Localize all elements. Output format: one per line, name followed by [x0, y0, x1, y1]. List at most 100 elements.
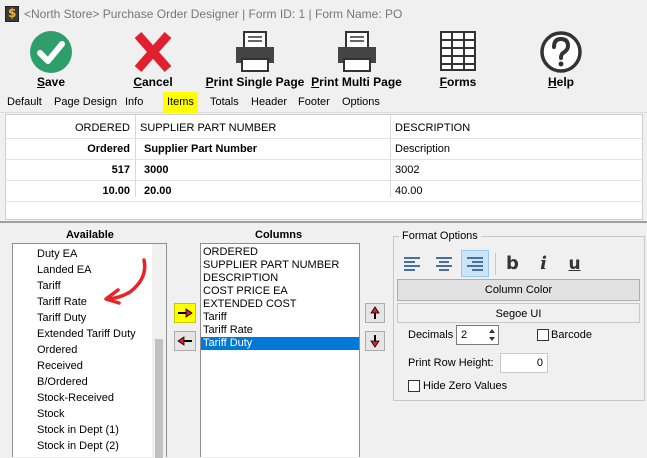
decimals-value: 2 [461, 329, 468, 341]
move-up-button[interactable] [365, 303, 385, 323]
decimals-label: Decimals [408, 329, 454, 341]
window-title: <North Store> Purchase Order Designer | … [24, 6, 403, 21]
list-item[interactable]: Extended Tariff Duty [35, 326, 136, 342]
scrollbar-thumb[interactable] [155, 339, 163, 458]
tab-footer[interactable]: Footer [294, 93, 334, 112]
app-icon [5, 5, 19, 22]
align-right-button[interactable] [461, 250, 489, 277]
table-cell: 40.00 [395, 185, 423, 197]
font-selector-button[interactable]: Segoe UI [397, 303, 640, 323]
barcode-label: Barcode [551, 329, 592, 341]
bold-button[interactable]: b [500, 251, 525, 276]
printer-icon [334, 29, 380, 75]
cancel-button[interactable]: Cancel [128, 27, 178, 90]
decimals-spinner[interactable]: 2 [456, 325, 499, 345]
tab-info[interactable]: Info [121, 93, 147, 112]
bold-icon: b [506, 253, 519, 274]
tab-items[interactable]: Items [163, 92, 198, 113]
tab-default[interactable]: Default [3, 93, 46, 112]
column-header: DESCRIPTION [395, 122, 471, 134]
list-item[interactable]: ORDERED [201, 246, 359, 259]
grid-header-row: ORDERED SUPPLIER PART NUMBER DESCRIPTION [6, 118, 642, 138]
print-row-height-input[interactable]: 0 [500, 353, 548, 373]
table-cell: 3002 [395, 164, 420, 176]
columns-items: ORDERED SUPPLIER PART NUMBER DESCRIPTION… [201, 246, 359, 350]
underline-button[interactable]: u [562, 251, 587, 276]
arrow-right-icon [178, 308, 193, 318]
align-center-icon [435, 256, 452, 271]
list-item[interactable]: B/Ordered [35, 374, 136, 390]
list-item[interactable]: Stock in Dept (2) [35, 438, 136, 454]
tab-options[interactable]: Options [338, 93, 384, 112]
table-cell: 3000 [144, 164, 169, 176]
add-column-button[interactable] [174, 303, 196, 323]
list-item[interactable]: SUPPLIER PART NUMBER [201, 259, 359, 272]
table-cell: Ordered [87, 143, 130, 155]
toolbar-separator [495, 253, 496, 275]
list-item[interactable]: Stock [35, 406, 136, 422]
underline-icon: u [568, 253, 581, 274]
tab-bar: Default Page Design Info Items Totals He… [0, 92, 647, 113]
hide-zero-values-label: Hide Zero Values [423, 380, 508, 392]
columns-heading: Columns [255, 229, 303, 241]
forms-icon [435, 29, 481, 75]
list-item[interactable]: Received [35, 358, 136, 374]
table-cell: Supplier Part Number [144, 143, 258, 155]
arrow-up-icon [370, 306, 380, 319]
print-row-height-value: 0 [536, 357, 543, 369]
title-bar: <North Store> Purchase Order Designer | … [0, 0, 647, 27]
tab-totals[interactable]: Totals [206, 93, 243, 112]
help-button[interactable]: Help [538, 27, 584, 90]
arrow-down-icon [370, 335, 380, 348]
list-item[interactable]: COST PRICE EA [201, 285, 359, 298]
tab-page-design[interactable]: Page Design [50, 93, 121, 112]
available-scrollbar[interactable] [152, 244, 166, 458]
barcode-checkbox[interactable] [537, 329, 549, 341]
print-multi-page-button[interactable]: Print Multi Page [310, 27, 403, 90]
spinner-arrows-icon[interactable] [488, 328, 496, 342]
column-color-button[interactable]: Column Color [397, 279, 640, 301]
save-button[interactable]: Save [25, 27, 77, 90]
arrow-left-icon [177, 336, 192, 346]
list-item[interactable]: Tariff Rate [201, 324, 359, 337]
move-down-button[interactable] [365, 331, 385, 351]
list-item[interactable]: Stock in Dept (1) [35, 422, 136, 438]
align-left-icon [403, 256, 420, 271]
list-item-selected[interactable]: Tariff Duty [201, 337, 359, 350]
toolbar: Save Cancel Print Single Page Print Mult… [0, 27, 647, 90]
tab-header[interactable]: Header [247, 93, 291, 112]
table-cell: 517 [111, 164, 130, 176]
table-cell: 10.00 [102, 185, 130, 197]
list-item[interactable]: Tariff Duty [35, 310, 136, 326]
table-row: 517 3000 3002 [6, 160, 642, 180]
list-item[interactable]: Stock-Received [35, 390, 136, 406]
format-options-group: Format Options b i u Column Color Segoe … [393, 230, 645, 401]
forms-button[interactable]: Forms [436, 27, 480, 90]
print-single-page-button[interactable]: Print Single Page [205, 27, 305, 90]
align-left-button[interactable] [399, 251, 424, 276]
columns-list[interactable]: ORDERED SUPPLIER PART NUMBER DESCRIPTION… [200, 243, 360, 457]
items-preview-grid: ORDERED SUPPLIER PART NUMBER DESCRIPTION… [5, 114, 643, 220]
align-right-icon [467, 256, 483, 271]
list-item[interactable]: Tariff [201, 311, 359, 324]
column-header: ORDERED [74, 122, 130, 134]
list-item[interactable]: EXTENDED COST [201, 298, 359, 311]
annotation-arrow-icon [104, 258, 147, 305]
format-options-legend: Format Options [399, 230, 481, 242]
list-item[interactable]: Ordered [35, 342, 136, 358]
table-cell: Description [395, 143, 451, 155]
column-header: SUPPLIER PART NUMBER [140, 122, 277, 134]
splitter[interactable] [0, 221, 647, 223]
align-center-button[interactable] [431, 251, 456, 276]
table-cell: 20.00 [144, 185, 172, 197]
help-question-icon [538, 29, 584, 75]
remove-column-button[interactable] [174, 331, 196, 351]
printer-icon [232, 29, 278, 75]
list-item[interactable]: DESCRIPTION [201, 272, 359, 285]
italic-icon: i [540, 253, 547, 274]
hide-zero-values-checkbox[interactable] [408, 380, 420, 392]
print-row-height-label: Print Row Height: [408, 357, 494, 369]
table-row: 10.00 20.00 40.00 [6, 181, 642, 201]
table-row: Ordered Supplier Part Number Description [6, 139, 642, 159]
italic-button[interactable]: i [531, 251, 556, 276]
